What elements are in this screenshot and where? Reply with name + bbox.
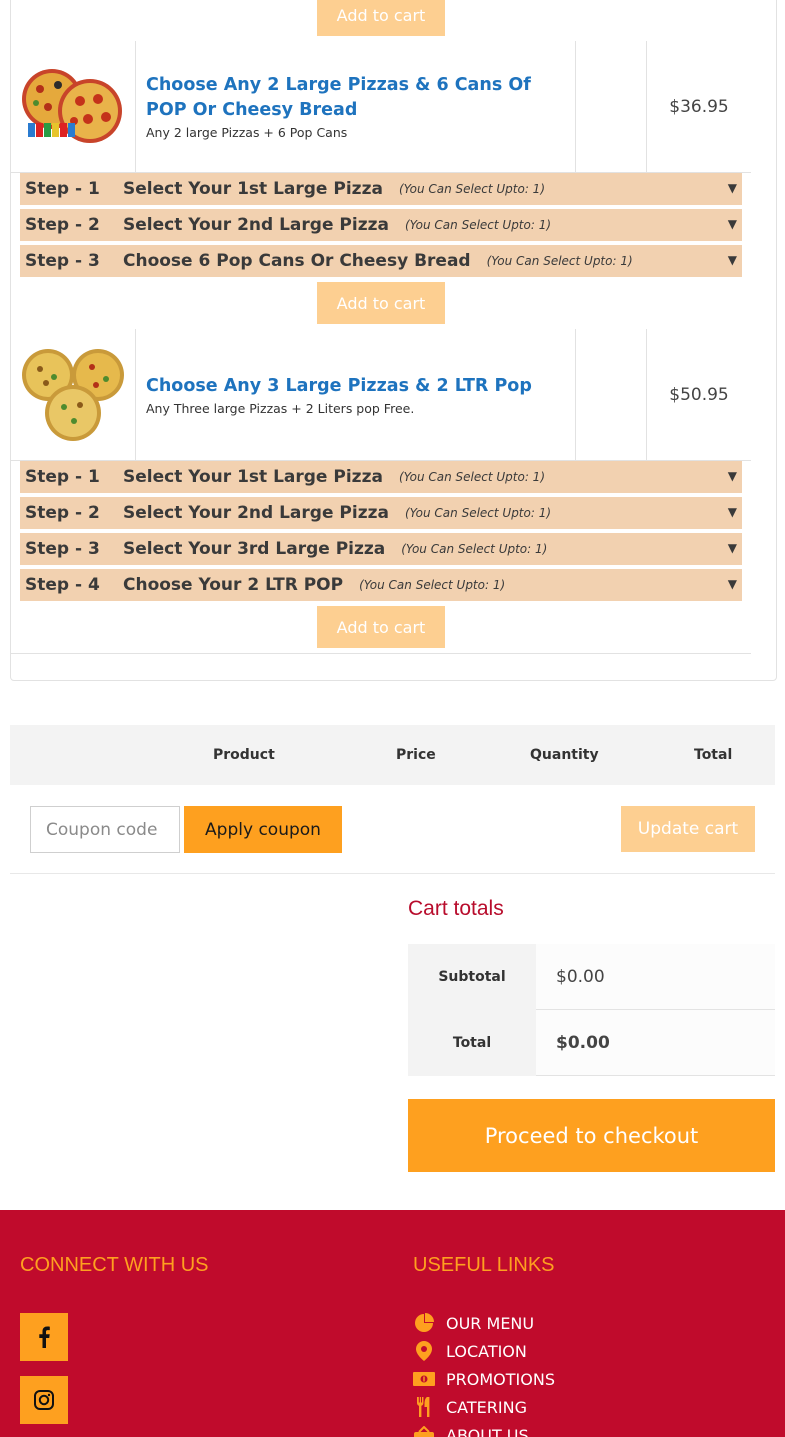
step-note: (You Can Select Upto: 1)	[398, 182, 545, 196]
subtotal-value: $0.00	[536, 944, 775, 1010]
column-header-total: Total	[694, 747, 733, 763]
step-title: Select Your 3rd Large Pizza	[123, 539, 386, 559]
coupon-row: Apply coupon Update cart	[10, 785, 775, 874]
step-accordion[interactable]: Step - 2 Select Your 2nd Large Pizza (Yo…	[20, 209, 742, 243]
chevron-down-icon[interactable]: ▼	[728, 505, 737, 519]
cart-table-header: Product Price Quantity Total	[10, 725, 775, 785]
footer-link-promotions[interactable]: PROMOTIONS	[413, 1367, 555, 1391]
column-header-product: Product	[213, 747, 275, 763]
product-title-link[interactable]: Choose Any 3 Large Pizzas & 2 LTR Pop	[146, 374, 565, 399]
step-note: (You Can Select Upto: 1)	[401, 542, 548, 556]
chevron-down-icon[interactable]: ▼	[728, 577, 737, 591]
total-row: Total $0.00	[408, 1010, 775, 1076]
instagram-icon	[34, 1390, 54, 1410]
column-header-price: Price	[396, 747, 436, 763]
product-quantity-cell	[576, 329, 647, 460]
chevron-down-icon[interactable]: ▼	[728, 469, 737, 483]
product-row: Choose Any 3 Large Pizzas & 2 LTR Pop An…	[11, 329, 751, 461]
pizza-combo-image	[22, 68, 122, 143]
chevron-down-icon[interactable]: ▼	[728, 217, 737, 231]
column-header-quantity: Quantity	[530, 747, 599, 763]
step-accordion[interactable]: Step - 3 Select Your 3rd Large Pizza (Yo…	[20, 533, 742, 567]
connect-heading: CONNECT WITH US	[20, 1254, 209, 1276]
facebook-link[interactable]	[20, 1313, 68, 1361]
footer-link-location[interactable]: LOCATION	[413, 1339, 527, 1363]
chevron-down-icon[interactable]: ▼	[728, 541, 737, 555]
add-to-cart-row: Add to cart	[11, 606, 751, 654]
product-image[interactable]	[11, 41, 136, 172]
apply-coupon-button[interactable]: Apply coupon	[184, 806, 342, 853]
useful-links-heading: USEFUL LINKS	[413, 1254, 555, 1276]
facebook-icon	[39, 1326, 50, 1348]
product-info: Choose Any 3 Large Pizzas & 2 LTR Pop An…	[136, 329, 576, 460]
step-number: Step - 1	[25, 179, 100, 199]
step-note: (You Can Select Upto: 1)	[404, 506, 552, 520]
add-to-cart-button[interactable]: Add to cart	[317, 0, 445, 36]
chevron-down-icon[interactable]: ▼	[728, 181, 737, 195]
subtotal-label: Subtotal	[408, 944, 536, 1010]
footer-link-catering[interactable]: CATERING	[413, 1395, 527, 1419]
footer-link-label: ABOUT US	[446, 1425, 529, 1437]
footer-link-label: CATERING	[446, 1397, 527, 1417]
step-note: (You Can Select Upto: 1)	[359, 578, 506, 592]
product-price: $50.95	[669, 384, 729, 405]
product-image[interactable]	[11, 329, 136, 460]
step-number: Step - 3	[25, 539, 100, 559]
add-to-cart-button[interactable]: Add to cart	[317, 606, 445, 648]
add-to-cart-button[interactable]: Add to cart	[317, 282, 445, 324]
step-accordion[interactable]: Step - 1 Select Your 1st Large Pizza (Yo…	[20, 461, 742, 495]
total-label: Total	[408, 1010, 536, 1076]
step-number: Step - 2	[25, 503, 100, 523]
footer-link-label: LOCATION	[446, 1341, 527, 1361]
footer-link-about-us[interactable]: ABOUT US	[413, 1423, 529, 1437]
step-accordion[interactable]: Step - 3 Choose 6 Pop Cans Or Cheesy Bre…	[20, 245, 742, 279]
update-cart-button[interactable]: Update cart	[621, 806, 755, 852]
step-number: Step - 3	[25, 251, 100, 271]
step-title: Choose Your 2 LTR POP	[123, 575, 344, 595]
site-footer: CONNECT WITH US USEFUL LINKS OUR MENU LO…	[0, 1210, 785, 1437]
chevron-down-icon[interactable]: ▼	[728, 253, 737, 267]
footer-link-our-menu[interactable]: OUR MENU	[413, 1311, 534, 1335]
utensils-icon	[413, 1397, 435, 1417]
footer-link-label: OUR MENU	[446, 1313, 535, 1333]
add-to-cart-row: Add to cart	[11, 282, 751, 330]
step-title: Choose 6 Pop Cans Or Cheesy Bread	[123, 251, 471, 271]
step-accordion[interactable]: Step - 2 Select Your 2nd Large Pizza (Yo…	[20, 497, 742, 531]
step-title: Select Your 1st Large Pizza	[123, 179, 383, 199]
menu-pie-icon	[413, 1313, 435, 1333]
step-note: (You Can Select Upto: 1)	[404, 218, 552, 232]
three-pizzas-image	[22, 348, 124, 441]
product-title-link[interactable]: Choose Any 2 Large Pizzas & 6 Cans Of PO…	[146, 73, 565, 123]
step-accordion[interactable]: Step - 1 Select Your 1st Large Pizza (Yo…	[20, 173, 742, 207]
footer-link-label: PROMOTIONS	[446, 1369, 555, 1389]
product-quantity-cell	[576, 41, 647, 172]
product-price: $36.95	[669, 96, 729, 117]
product-description: Any Three large Pizzas + 2 Liters pop Fr…	[146, 400, 415, 416]
total-value: $0.00	[536, 1010, 775, 1076]
step-number: Step - 1	[25, 467, 100, 487]
cart-totals-table: Subtotal $0.00 Total $0.00	[408, 944, 775, 1076]
add-to-cart-row: Add to cart	[11, 0, 751, 42]
product-description: Any 2 large Pizzas + 6 Pop Cans	[146, 125, 348, 140]
step-accordion[interactable]: Step - 4 Choose Your 2 LTR POP (You Can …	[20, 569, 742, 603]
coupon-code-input[interactable]	[30, 806, 180, 853]
cart-totals-heading: Cart totals	[408, 897, 504, 920]
step-title: Select Your 2nd Large Pizza	[123, 503, 389, 523]
step-title: Select Your 2nd Large Pizza	[123, 215, 389, 235]
step-note: (You Can Select Upto: 1)	[486, 254, 633, 268]
step-number: Step - 4	[25, 575, 100, 595]
instagram-link[interactable]	[20, 1376, 68, 1424]
subtotal-row: Subtotal $0.00	[408, 944, 775, 1010]
step-title: Select Your 1st Large Pizza	[123, 467, 383, 487]
location-pin-icon	[413, 1341, 435, 1361]
proceed-to-checkout-button[interactable]: Proceed to checkout	[408, 1099, 775, 1172]
about-icon	[413, 1425, 435, 1437]
money-bill-icon	[413, 1369, 435, 1389]
step-number: Step - 2	[25, 215, 100, 235]
product-row: Choose Any 2 Large Pizzas & 6 Cans Of PO…	[11, 41, 751, 173]
product-info: Choose Any 2 Large Pizzas & 6 Cans Of PO…	[136, 41, 576, 172]
step-note: (You Can Select Upto: 1)	[398, 470, 545, 484]
